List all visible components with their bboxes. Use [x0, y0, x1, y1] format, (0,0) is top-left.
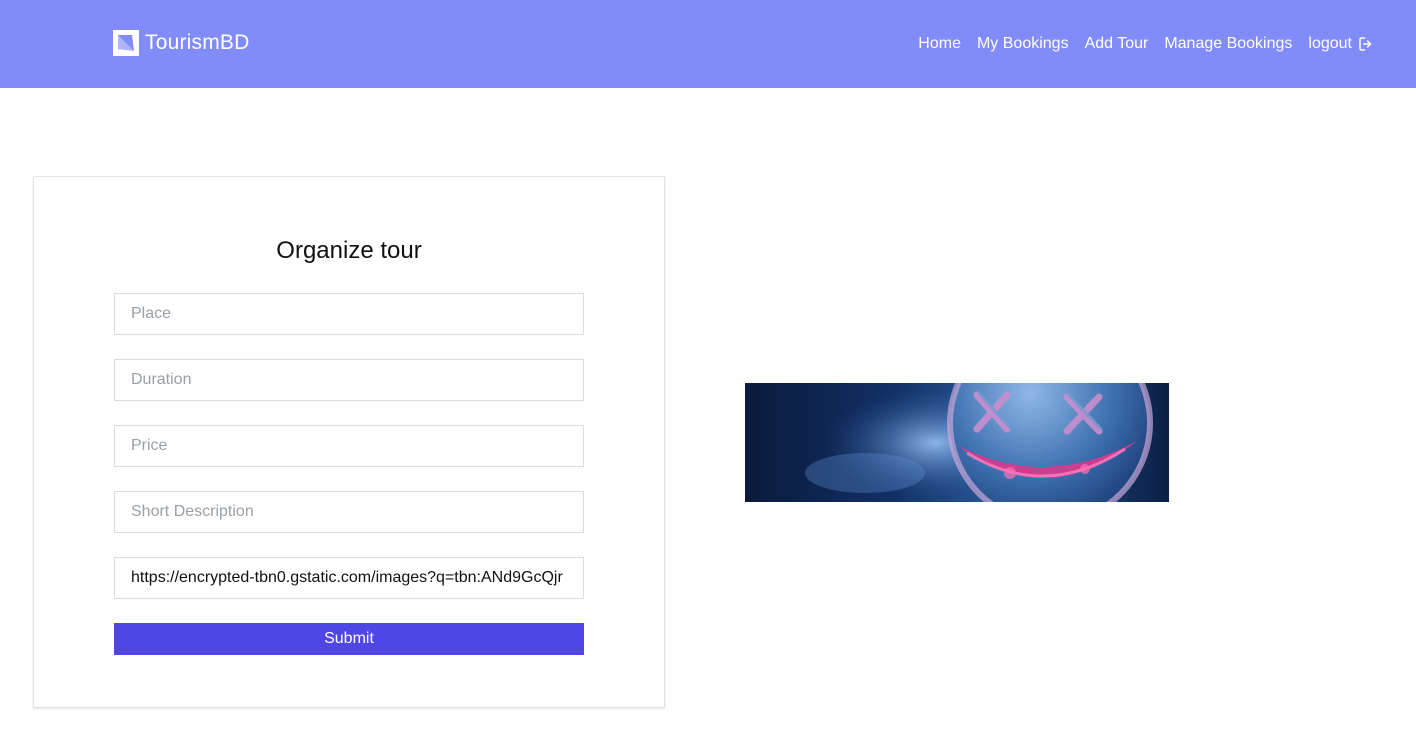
tour-image-preview [745, 383, 1169, 502]
brand-name: TourismBD [145, 31, 250, 54]
organize-tour-form-card: Organize tour Submit [33, 176, 665, 708]
duration-input[interactable] [114, 359, 584, 401]
submit-button[interactable]: Submit [114, 623, 584, 655]
place-input[interactable] [114, 293, 584, 335]
logout-icon [1359, 37, 1372, 51]
short-description-input[interactable] [114, 491, 584, 533]
nav-logout-link[interactable]: logout [1308, 35, 1375, 53]
nav-my-bookings-link[interactable]: My Bookings [977, 35, 1069, 53]
form-title: Organize tour [276, 237, 422, 264]
brand-square-logo-icon [113, 30, 139, 56]
logout-label: logout [1308, 35, 1352, 52]
price-input[interactable] [114, 425, 584, 467]
nav-manage-bookings-link[interactable]: Manage Bookings [1164, 35, 1292, 53]
nav-add-tour-link[interactable]: Add Tour [1085, 35, 1149, 53]
brand-link[interactable]: TourismBD [113, 30, 249, 56]
image-url-input[interactable] [114, 557, 584, 599]
nav-home-link[interactable]: Home [918, 35, 961, 53]
top-navbar: TourismBD Home My Bookings Add Tour Mana… [0, 0, 1416, 88]
nav-links: Home My Bookings Add Tour Manage Booking… [918, 32, 1375, 56]
